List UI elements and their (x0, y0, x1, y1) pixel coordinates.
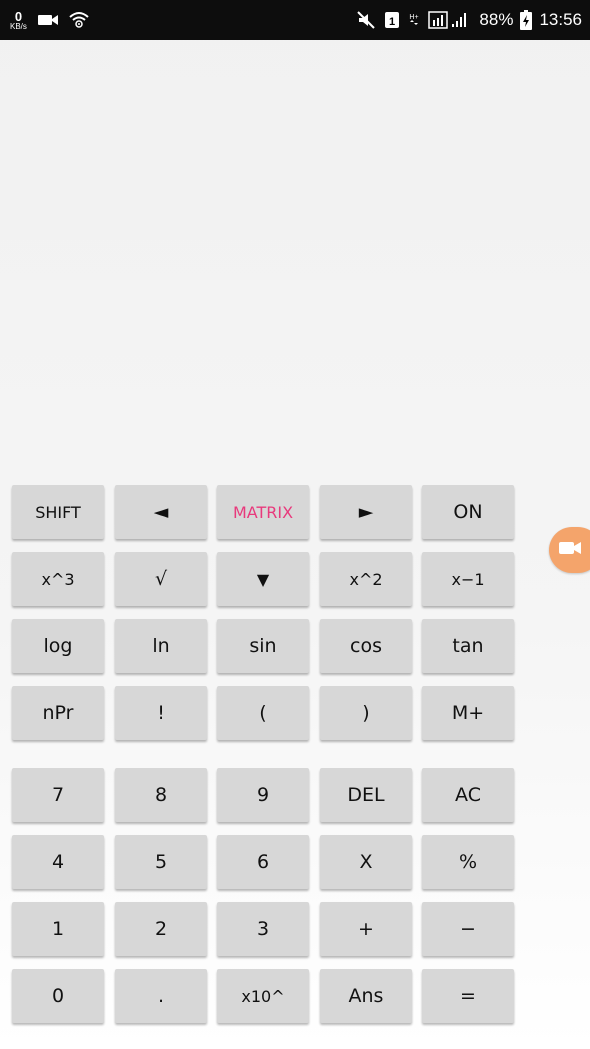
ln-key[interactable]: ln (115, 619, 207, 673)
plus-key[interactable]: + (320, 902, 412, 956)
inverse-key[interactable]: x−1 (422, 552, 514, 606)
digit-5-key[interactable]: 5 (115, 835, 207, 889)
answer-key[interactable]: Ans (320, 969, 412, 1023)
shift-key[interactable]: SHIFT (12, 485, 104, 539)
mute-icon (357, 11, 377, 29)
digit-3-key[interactable]: 3 (217, 902, 309, 956)
times-ten-power-key[interactable]: x10^ (217, 969, 309, 1023)
network-speed-value: 0 (14, 8, 23, 24)
calculator-display (0, 40, 590, 480)
log-key[interactable]: log (12, 619, 104, 673)
network-speed-unit: KB/s (10, 21, 27, 31)
digit-0-key[interactable]: 0 (12, 969, 104, 1023)
sim-icon: 1 (384, 11, 400, 29)
svg-text:H+: H+ (410, 14, 419, 21)
open-paren-key[interactable]: ( (217, 686, 309, 740)
delete-key[interactable]: DEL (320, 768, 412, 822)
clock: 13:56 (539, 10, 582, 29)
all-clear-key[interactable]: AC (422, 768, 514, 822)
cube-key[interactable]: x^3 (12, 552, 104, 606)
sqrt-key[interactable]: √ (115, 552, 207, 606)
percent-key[interactable]: % (422, 835, 514, 889)
digit-7-key[interactable]: 7 (12, 768, 104, 822)
square-key[interactable]: x^2 (320, 552, 412, 606)
network-speed: 0 KB/s (10, 10, 27, 31)
multiply-key[interactable]: X (320, 835, 412, 889)
right-arrow-key[interactable]: ► (320, 485, 412, 539)
npr-key[interactable]: nPr (12, 686, 104, 740)
on-key[interactable]: ON (422, 485, 514, 539)
matrix-key[interactable]: MATRIX (217, 485, 309, 539)
close-paren-key[interactable]: ) (320, 686, 412, 740)
memory-plus-key[interactable]: M+ (422, 686, 514, 740)
digit-8-key[interactable]: 8 (115, 768, 207, 822)
minus-key[interactable]: − (422, 902, 514, 956)
video-camera-icon (559, 540, 583, 560)
factorial-key[interactable]: ! (115, 686, 207, 740)
battery-percent: 88% (479, 10, 514, 29)
digit-1-key[interactable]: 1 (12, 902, 104, 956)
data-arrows-icon: H+ (407, 11, 421, 29)
signal-icon (428, 11, 472, 29)
status-bar-left: 0 KB/s (10, 6, 89, 34)
svg-text:1: 1 (389, 16, 395, 28)
wifi-icon (69, 11, 89, 29)
digit-4-key[interactable]: 4 (12, 835, 104, 889)
tan-key[interactable]: tan (422, 619, 514, 673)
screen-recorder-bubble[interactable] (549, 527, 590, 573)
equals-key[interactable]: = (422, 969, 514, 1023)
cos-key[interactable]: cos (320, 619, 412, 673)
status-bar-right: 1 H+ 88% 13:56 (357, 6, 582, 34)
down-arrow-key[interactable]: ▼ (217, 552, 309, 606)
cast-icon (37, 12, 59, 28)
left-arrow-key[interactable]: ◄ (115, 485, 207, 539)
status-bar: 0 KB/s 1 H+ 88% 13:56 (0, 0, 590, 40)
digit-2-key[interactable]: 2 (115, 902, 207, 956)
battery-icon (520, 10, 533, 30)
sin-key[interactable]: sin (217, 619, 309, 673)
decimal-point-key[interactable]: . (115, 969, 207, 1023)
digit-6-key[interactable]: 6 (217, 835, 309, 889)
digit-9-key[interactable]: 9 (217, 768, 309, 822)
